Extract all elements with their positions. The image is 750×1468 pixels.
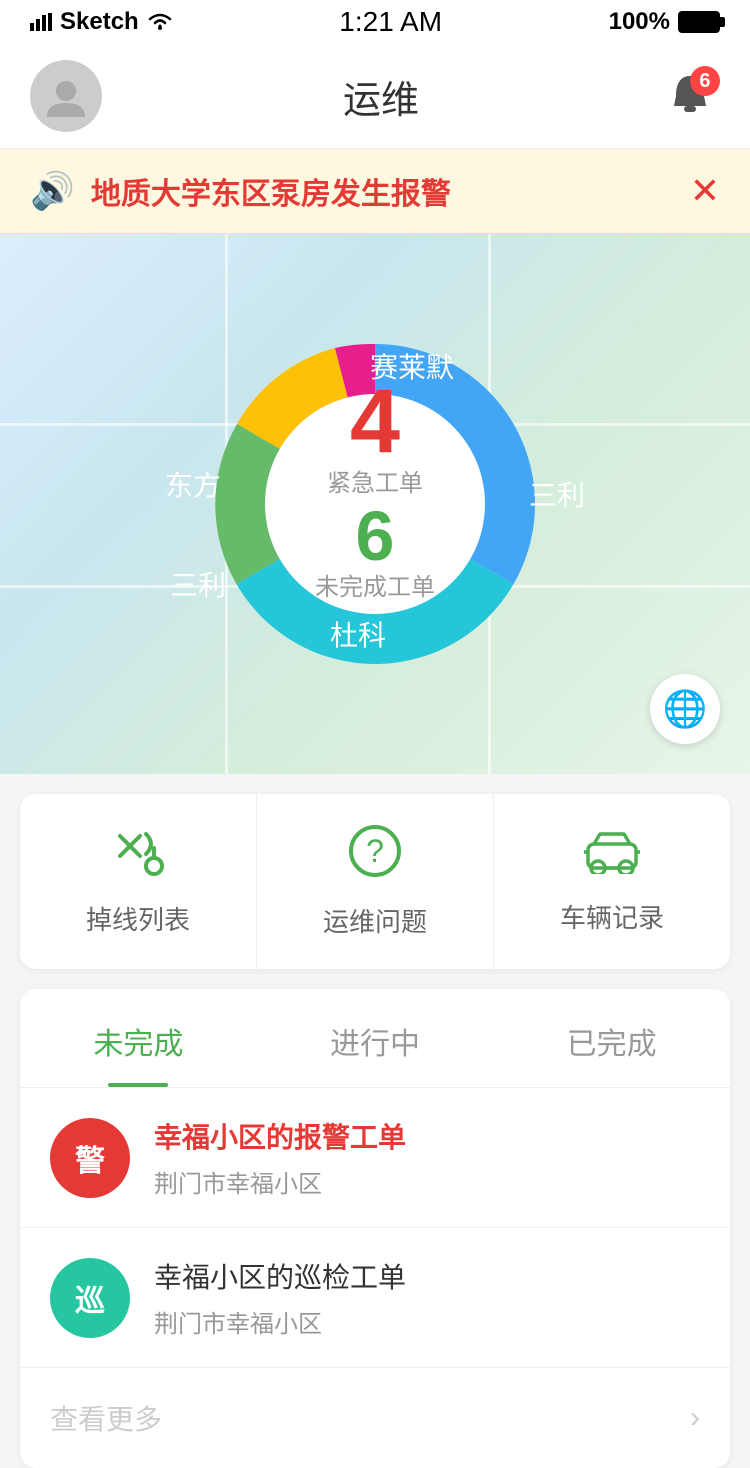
work-order-1-title: 幸福小区的报警工单 (154, 1116, 700, 1156)
user-icon (45, 75, 87, 117)
incomplete-count: 6 (315, 500, 435, 570)
status-carrier: Sketch (30, 8, 173, 36)
map-chart-area: 4 紧急工单 6 未完成工单 赛莱默 三利 杜科 三利 东方 🌐 (0, 234, 750, 774)
action-vehicle-records[interactable]: 车辆记录 (494, 794, 730, 969)
action-ops-issues[interactable]: ? 运维问题 (257, 794, 494, 969)
tab-inprogress[interactable]: 进行中 (257, 989, 494, 1087)
status-time: 1:21 AM (339, 6, 442, 38)
signal-icon (30, 13, 52, 31)
segment-label-saileimo: 赛莱默 (370, 346, 454, 386)
donut-chart: 4 紧急工单 6 未完成工单 赛莱默 三利 杜科 三利 东方 (175, 304, 575, 704)
segment-label-dongfang: 东方 (165, 464, 221, 504)
segment-label-sanli1: 三利 (529, 474, 585, 514)
work-order-1-location: 荆门市幸福小区 (154, 1164, 700, 1199)
chevron-right-icon: › (690, 1401, 700, 1435)
globe-button[interactable]: 🌐 (650, 674, 720, 744)
view-more-button[interactable]: 查看更多 › (20, 1368, 730, 1468)
action-vehicle-label: 车辆记录 (560, 898, 664, 935)
alert-banner: 🔊 地质大学东区泵房发生报警 ✕ (0, 149, 750, 234)
dropout-icon (110, 826, 166, 888)
work-order-2-content: 幸福小区的巡检工单 荆门市幸福小区 (154, 1256, 700, 1339)
work-order-2-avatar: 巡 (50, 1258, 130, 1338)
work-order-section: 未完成 进行中 已完成 警 幸福小区的报警工单 荆门市幸福小区 巡 幸福小区的巡… (20, 989, 730, 1468)
header: 运维 6 (0, 44, 750, 149)
notification-badge: 6 (690, 66, 720, 96)
segment-label-sanli2: 三利 (170, 564, 226, 604)
incomplete-label: 未完成工单 (315, 570, 435, 604)
chart-center: 4 紧急工单 6 未完成工单 (315, 377, 435, 604)
work-order-1-avatar: 警 (50, 1118, 130, 1198)
svg-text:?: ? (366, 833, 384, 869)
action-ops-label: 运维问题 (323, 902, 427, 939)
work-order-2[interactable]: 巡 幸福小区的巡检工单 荆门市幸福小区 (20, 1228, 730, 1368)
globe-icon: 🌐 (663, 688, 708, 730)
view-more-text: 查看更多 (50, 1398, 162, 1438)
quick-actions: 掉线列表 ? 运维问题 车辆记录 (20, 794, 730, 969)
work-order-2-title: 幸福小区的巡检工单 (154, 1256, 700, 1296)
tab-incomplete[interactable]: 未完成 (20, 989, 257, 1087)
tab-completed[interactable]: 已完成 (493, 989, 730, 1087)
question-icon: ? (348, 824, 402, 890)
avatar[interactable] (30, 60, 102, 132)
segment-label-duke: 杜科 (330, 614, 386, 654)
wifi-icon (147, 13, 173, 31)
status-battery: 100% (609, 8, 720, 36)
notification-bell[interactable]: 6 (660, 66, 720, 126)
tabs-header: 未完成 进行中 已完成 (20, 989, 730, 1088)
action-dropout-list[interactable]: 掉线列表 (20, 794, 257, 969)
work-order-1-content: 幸福小区的报警工单 荆门市幸福小区 (154, 1116, 700, 1199)
alert-sound-icon: 🔊 (30, 170, 75, 212)
urgent-label: 紧急工单 (315, 467, 435, 501)
action-dropout-label: 掉线列表 (86, 900, 190, 937)
work-order-1[interactable]: 警 幸福小区的报警工单 荆门市幸福小区 (20, 1088, 730, 1228)
urgent-count: 4 (315, 377, 435, 467)
page-title: 运维 (343, 69, 419, 124)
car-icon (582, 828, 642, 886)
status-bar: Sketch 1:21 AM 100% (0, 0, 750, 44)
alert-text: 地质大学东区泵房发生报警 (91, 169, 674, 213)
battery-icon (678, 11, 720, 33)
alert-close-button[interactable]: ✕ (690, 170, 720, 212)
